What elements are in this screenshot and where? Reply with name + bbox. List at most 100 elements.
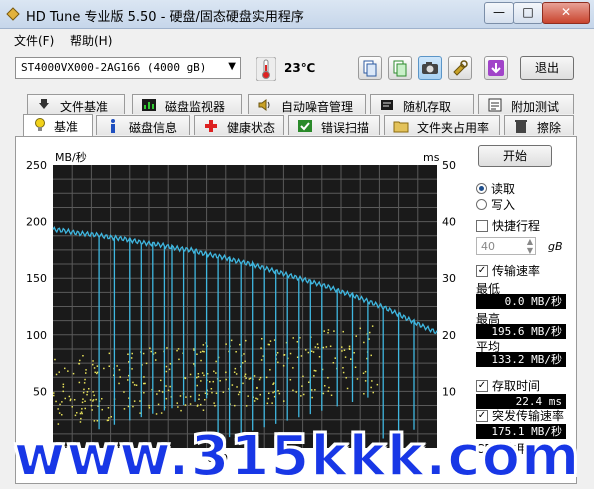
access-time-point — [178, 358, 180, 361]
read-radio[interactable] — [476, 183, 487, 194]
access-time-point — [101, 408, 103, 411]
access-time-point — [157, 403, 160, 406]
access-time-point — [127, 379, 129, 381]
short-stroke-input[interactable]: 40 ▲ ▼ — [476, 237, 536, 255]
transfer-rate-label: 传输速率 — [492, 264, 541, 278]
access-time-point — [316, 343, 319, 345]
access-time-point — [131, 352, 133, 355]
access-time-point — [329, 345, 332, 347]
access-time-point — [370, 354, 372, 357]
access-time-point — [127, 405, 130, 408]
access-time-point — [215, 360, 217, 363]
access-time-point — [212, 380, 214, 383]
access-time-point — [107, 407, 110, 409]
access-time-point — [369, 331, 371, 334]
access-time-point — [334, 357, 336, 359]
access-time-point — [292, 367, 294, 369]
access-time-point — [161, 391, 164, 393]
burst-rate-checkbox[interactable]: ✓ — [476, 410, 488, 422]
access-time-point — [96, 372, 98, 375]
access-time-point — [245, 405, 248, 407]
write-label: 写入 — [491, 198, 516, 212]
access-time-point — [166, 347, 168, 349]
access-time-point — [160, 412, 163, 414]
spinner-icon[interactable]: ▲ ▼ — [527, 237, 533, 255]
access-time-point — [180, 409, 182, 412]
access-time-point — [345, 377, 347, 379]
access-time-point — [256, 398, 259, 400]
access-time-point — [327, 390, 329, 392]
avg-value: 133.2 MB/秒 — [476, 352, 566, 367]
access-time-point — [85, 369, 87, 371]
access-time-point — [143, 382, 145, 385]
access-time-point — [348, 347, 351, 350]
access-time-point — [143, 392, 145, 394]
access-time-point — [277, 361, 279, 364]
access-time-point — [238, 391, 241, 393]
access-time-point — [348, 345, 351, 348]
access-time-point — [79, 412, 82, 415]
access-time-point — [155, 359, 157, 361]
access-time-point — [235, 373, 238, 375]
access-time-point — [92, 360, 94, 362]
access-time-point — [256, 386, 258, 389]
access-time-point — [55, 400, 57, 403]
write-radio[interactable] — [476, 199, 487, 210]
access-time-point — [258, 378, 261, 381]
access-time-point — [160, 379, 162, 382]
access-time-point — [344, 356, 347, 358]
access-time-point — [222, 391, 225, 393]
access-time-point — [350, 358, 352, 360]
access-time-point — [118, 369, 121, 371]
access-time-point — [193, 363, 195, 365]
transfer-rate-checkbox[interactable]: ✓ — [476, 265, 488, 277]
access-time-point — [356, 378, 359, 380]
access-time-point — [266, 402, 269, 405]
access-time-point — [300, 355, 303, 357]
access-time-point — [198, 394, 200, 396]
access-time-point — [154, 352, 157, 354]
access-time-point — [283, 354, 285, 356]
access-time-point — [165, 365, 168, 368]
access-time-point — [244, 373, 247, 375]
access-time-point — [237, 393, 240, 396]
access-time-point — [156, 393, 158, 395]
access-time-point — [277, 390, 279, 392]
short-stroke-checkbox[interactable] — [476, 220, 488, 232]
access-time-point — [255, 397, 257, 400]
access-time-point — [139, 400, 141, 402]
access-time-point — [148, 404, 150, 407]
access-time-point — [148, 407, 151, 409]
access-time-checkbox[interactable]: ✓ — [476, 380, 488, 392]
access-time-point — [215, 392, 218, 394]
access-time-point — [108, 352, 111, 355]
access-time-point — [86, 393, 88, 396]
access-time-point — [158, 390, 161, 392]
access-time-point — [269, 340, 272, 342]
access-time-point — [202, 344, 205, 346]
access-time-point — [213, 402, 215, 404]
access-time-point — [318, 356, 321, 358]
access-time-point — [272, 391, 274, 394]
access-time-point — [271, 402, 273, 404]
access-time-point — [239, 343, 241, 346]
access-time-point — [201, 350, 204, 353]
access-time-point — [92, 391, 94, 393]
access-time-point — [72, 372, 75, 375]
access-time-point — [260, 359, 263, 361]
read-label: 读取 — [491, 182, 516, 196]
start-button[interactable]: 开始 — [478, 145, 552, 167]
access-time-point — [79, 359, 81, 362]
access-time-point — [364, 370, 367, 373]
access-time-point — [311, 396, 313, 399]
access-time-point — [308, 381, 310, 383]
access-time-point — [58, 371, 60, 373]
access-time-point — [155, 413, 158, 415]
y-tick-label-right: 20 — [442, 329, 456, 342]
access-time-point — [69, 399, 72, 402]
access-time-point — [132, 405, 134, 408]
access-time-point — [185, 396, 187, 398]
access-time-point — [322, 392, 325, 395]
access-time-point — [132, 381, 134, 384]
access-time-point — [327, 332, 329, 334]
